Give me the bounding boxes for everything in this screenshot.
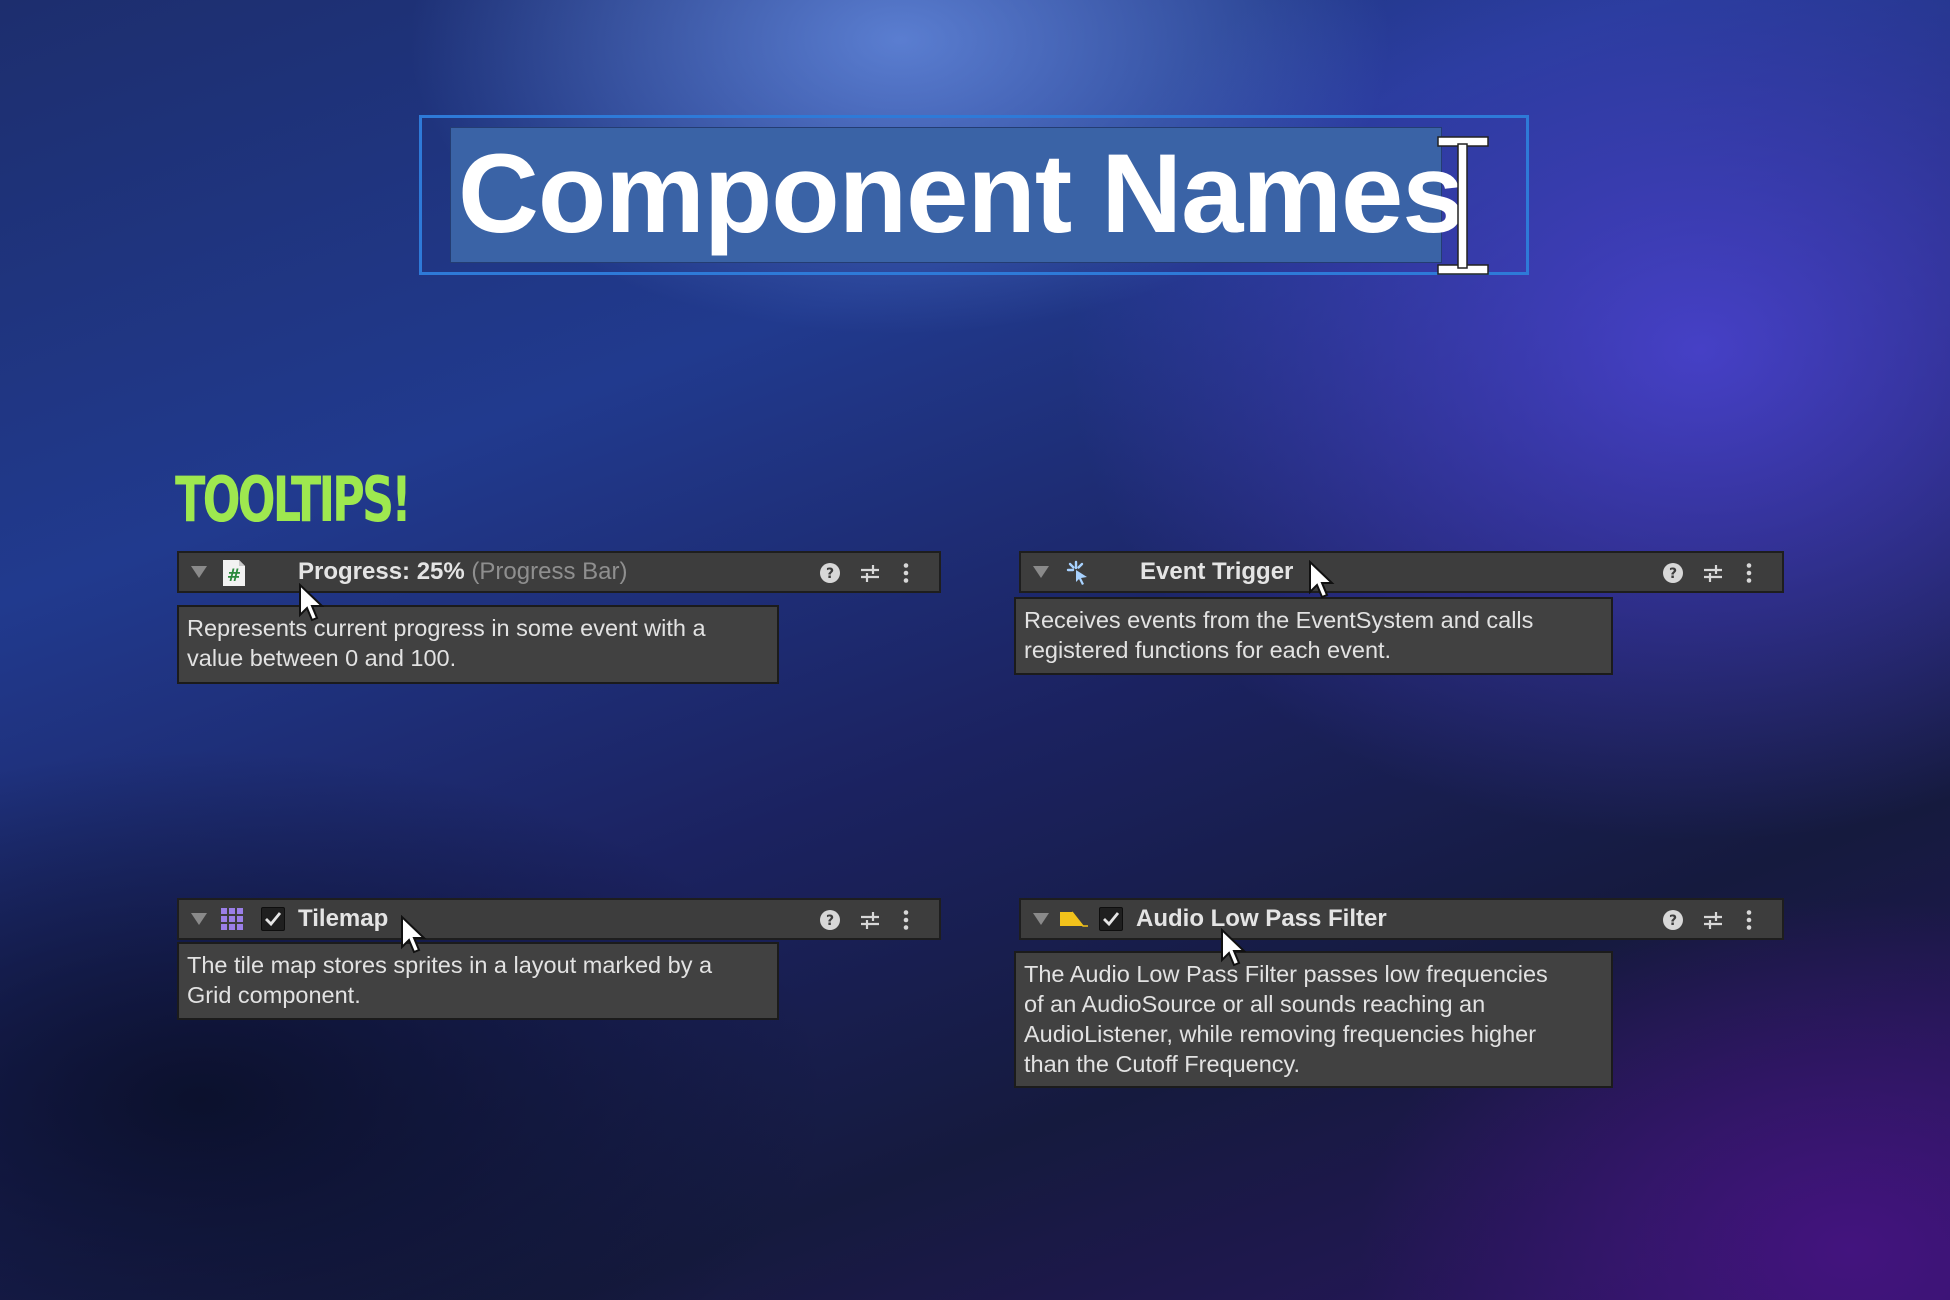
component-header-tilemap[interactable]: Tilemap ?: [177, 898, 941, 940]
tooltip-line: registered functions for each event.: [1024, 637, 1392, 663]
presets-icon[interactable]: [859, 562, 881, 584]
more-options-icon[interactable]: [1738, 909, 1760, 931]
presets-icon[interactable]: [1702, 909, 1724, 931]
enabled-checkbox[interactable]: [261, 907, 285, 931]
foldout-arrow-icon[interactable]: [1033, 566, 1049, 578]
presets-icon[interactable]: [1702, 562, 1724, 584]
audio-filter-icon: [1060, 911, 1088, 927]
help-icon[interactable]: ?: [819, 909, 841, 931]
component-header-progress[interactable]: # Progress: 25% (Progress Bar) ?: [177, 551, 941, 593]
checkmark-icon: [1103, 912, 1120, 927]
svg-text:?: ?: [826, 566, 834, 582]
component-name: Event Trigger: [1140, 553, 1293, 591]
section-heading: TOOLTIPS!: [175, 463, 412, 536]
help-icon[interactable]: ?: [1662, 562, 1684, 584]
tooltip-progress: Represents current progress in some even…: [177, 605, 779, 684]
tooltip-line: value between 0 and 100.: [187, 645, 457, 671]
text-cursor-icon: [1437, 136, 1489, 275]
mouse-pointer-icon: [1309, 560, 1335, 599]
component-name: Audio Low Pass Filter: [1136, 900, 1387, 938]
svg-text:?: ?: [1669, 913, 1677, 929]
tooltip-line: The tile map stores sprites in a layout …: [187, 952, 713, 978]
help-icon[interactable]: ?: [1662, 909, 1684, 931]
help-icon[interactable]: ?: [819, 562, 841, 584]
svg-text:?: ?: [826, 913, 834, 929]
svg-text:?: ?: [1669, 566, 1677, 582]
header-icons: ?: [819, 553, 927, 591]
checkmark-icon: [265, 912, 282, 927]
tooltip-line: Represents current progress in some even…: [187, 615, 706, 641]
component-name: Tilemap: [298, 900, 388, 938]
presets-icon[interactable]: [859, 909, 881, 931]
component-name-text: Progress: 25%: [298, 558, 465, 585]
foldout-arrow-icon[interactable]: [191, 566, 207, 578]
foldout-arrow-icon[interactable]: [1033, 913, 1049, 925]
foldout-arrow-icon[interactable]: [191, 913, 207, 925]
mouse-pointer-icon: [299, 583, 325, 622]
component-name-text: Event Trigger: [1140, 558, 1294, 585]
tooltip-line: The Audio Low Pass Filter passes low fre…: [1024, 961, 1548, 987]
header-icons: ?: [1662, 900, 1770, 938]
tilemap-grid-icon: [221, 908, 243, 930]
tooltip-line: of an AudioSource or all sounds reaching…: [1024, 991, 1486, 1017]
event-trigger-icon: [1066, 560, 1087, 585]
header-icons: ?: [819, 900, 927, 938]
component-name-text: Tilemap: [298, 905, 389, 932]
tooltip-line: than the Cutoff Frequency.: [1024, 1051, 1301, 1077]
component-header-event-trigger[interactable]: Event Trigger ?: [1019, 551, 1784, 593]
more-options-icon[interactable]: [1738, 562, 1760, 584]
component-name-text: Audio Low Pass Filter: [1136, 905, 1387, 932]
page-title: Component Names: [458, 131, 1465, 256]
enabled-checkbox[interactable]: [1099, 907, 1123, 931]
tooltip-line: AudioListener, while removing frequencie…: [1024, 1021, 1537, 1047]
more-options-icon[interactable]: [895, 562, 917, 584]
header-icons: ?: [1662, 553, 1770, 591]
mouse-pointer-icon: [1221, 928, 1247, 967]
more-options-icon[interactable]: [895, 909, 917, 931]
tooltip-audio-low-pass-filter: The Audio Low Pass Filter passes low fre…: [1014, 951, 1613, 1088]
component-header-audio-low-pass-filter[interactable]: Audio Low Pass Filter ?: [1019, 898, 1784, 940]
tooltip-tilemap: The tile map stores sprites in a layout …: [177, 942, 779, 1020]
svg-text:#: #: [227, 566, 241, 586]
tooltip-line: Grid component.: [187, 982, 361, 1008]
component-type-text: (Progress Bar): [471, 558, 628, 585]
script-hash-icon: #: [223, 560, 245, 586]
tooltip-line: Receives events from the EventSystem and…: [1024, 607, 1534, 633]
component-name: Progress: 25% (Progress Bar): [298, 553, 627, 591]
mouse-pointer-icon: [401, 915, 427, 954]
tooltip-event-trigger: Receives events from the EventSystem and…: [1014, 597, 1613, 675]
